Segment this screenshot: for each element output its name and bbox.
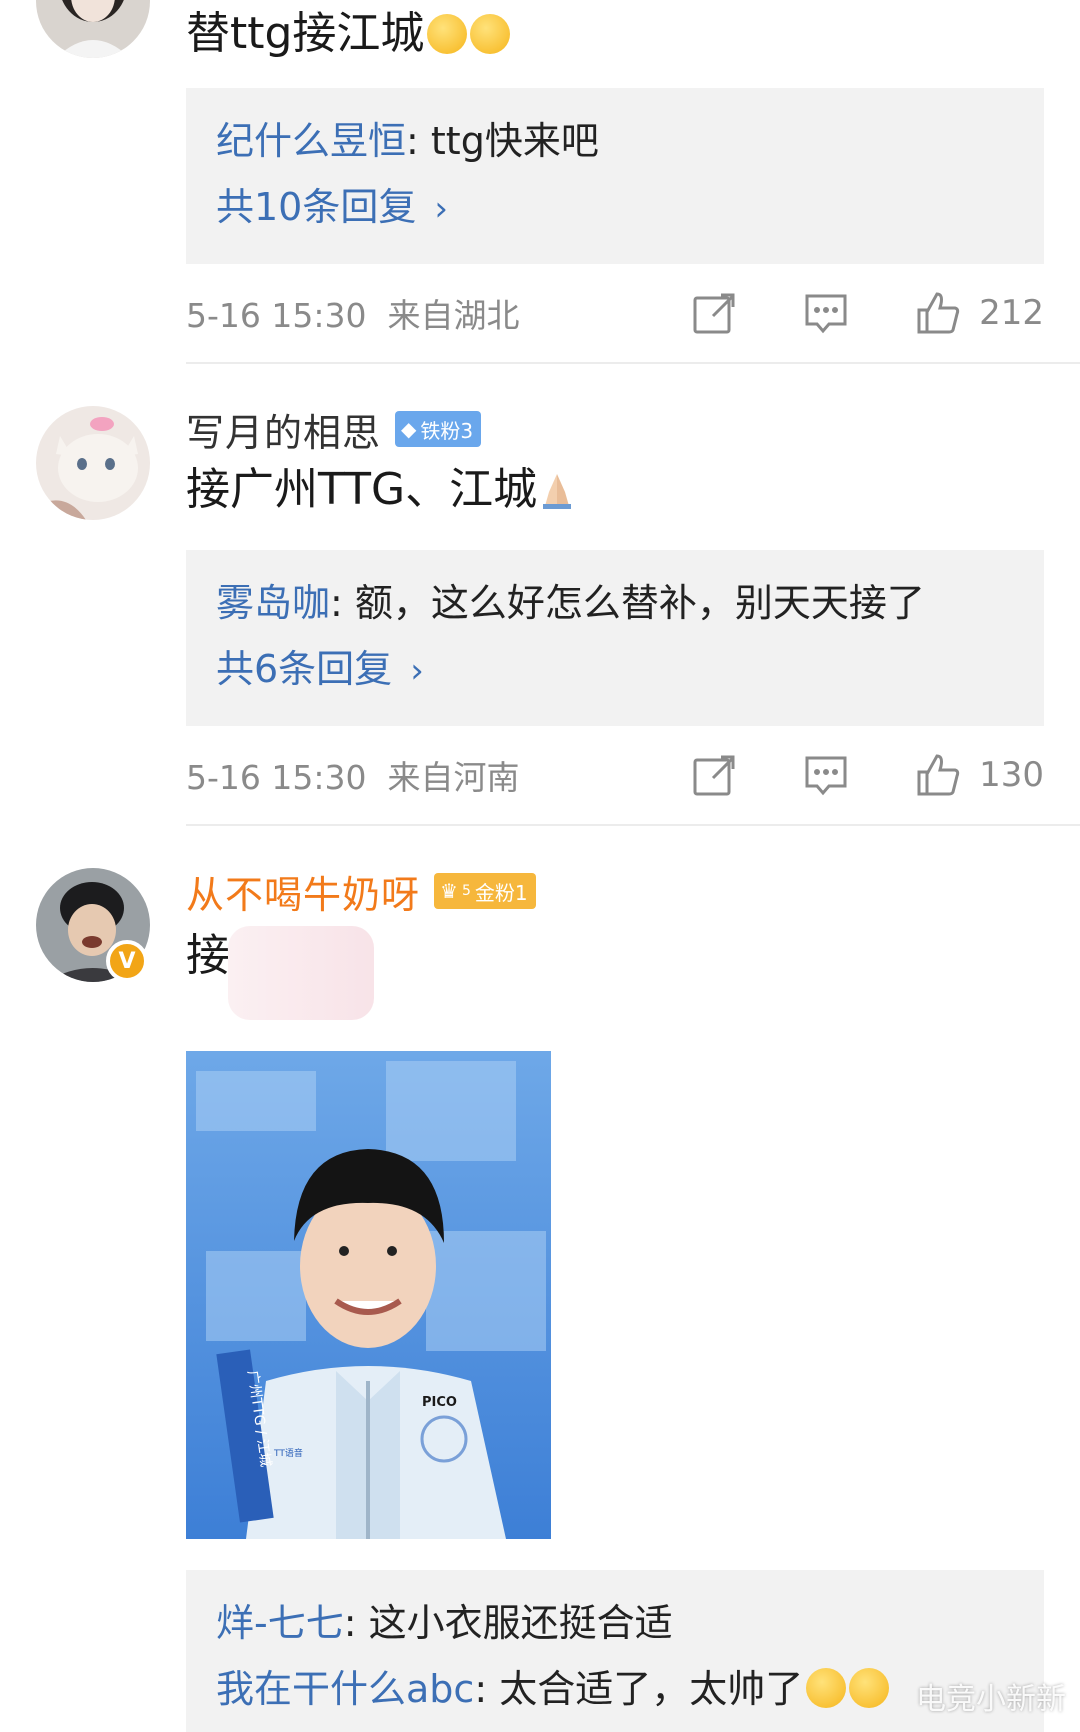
reply-username[interactable]: 纪什么昱恒 [216,119,406,163]
chevron-right-icon: › [434,189,448,229]
comment-icon[interactable] [803,290,849,336]
reply-preview[interactable]: 雾岛咖: 额，这么好怎么替补，别天天接了 共6条回复 › [186,550,1044,726]
view-replies-link[interactable]: 共6条回复 › [216,636,1014,704]
reply-line: 我在干什么abc: 太合适了，太帅了 [216,1656,1014,1722]
avatar[interactable] [36,0,150,58]
like-icon[interactable] [915,752,961,798]
reply-username[interactable]: 雾岛咖 [216,581,330,625]
reply-line: 烊-七七: 这小衣服还挺合适 [216,1601,673,1645]
timestamp: 5-16 15:30 来自湖北 [186,296,520,335]
timestamp: 5-16 15:30 来自河南 [186,758,520,797]
username[interactable]: 写月的相思 [186,402,381,457]
kiss-emoji-icon [427,14,468,54]
reply-preview[interactable]: 纪什么昱恒: ttg快来吧 共10条回复 › [186,88,1044,264]
reply-username[interactable]: 我在干什么abc [216,1667,474,1711]
share-icon[interactable] [691,752,737,798]
crown-icon: ♛ [440,879,458,903]
user-row: 写月的相思 ◆ 铁粉3 [186,402,1044,457]
blush-emoji-icon [849,1668,890,1708]
like-count: 130 [979,755,1044,795]
reply-username[interactable]: 烊-七七 [216,1601,344,1645]
verified-icon: V [106,940,148,982]
share-icon[interactable] [691,290,737,336]
view-replies-link[interactable]: 共10条回复 › [216,174,1014,242]
comment-meta: 5-16 15:30 来自湖北 212 [186,264,1080,364]
watermark: 电竞小新新 [916,1682,1066,1717]
like-icon[interactable] [915,290,961,336]
comment-text: 接广州TTG、江城 [186,458,1044,522]
sticker-placeholder [228,926,374,1020]
reply-line: 雾岛咖: 额，这么好怎么替补，别天天接了 [216,581,925,625]
like-count: 212 [979,293,1044,333]
photo-chest-logo-text: TT语音 [273,1447,303,1459]
comment-meta: 5-16 15:30 来自河南 130 [186,726,1080,826]
action-bar: 130 [691,752,1044,798]
diamond-icon: ◆ [401,417,417,441]
kiss-emoji-icon [470,14,511,54]
user-row: 从不喝牛奶呀 ♛ 5 金粉1 [186,864,1044,919]
pray-emoji-icon [537,464,577,509]
reply-line: 纪什么昱恒: ttg快来吧 [216,119,599,163]
chevron-right-icon: › [410,651,424,691]
username[interactable]: 从不喝牛奶呀 [186,864,420,919]
blush-emoji-icon [806,1668,847,1708]
comment-icon[interactable] [803,752,849,798]
comment-image[interactable]: 广州TTG / 江城 PICO TT语音 [186,1051,551,1539]
photo-logo-text: PICO [422,1395,457,1410]
avatar[interactable] [36,406,150,520]
badge-level: 5 [461,883,471,899]
action-bar: 212 [691,290,1044,336]
fan-badge[interactable]: ♛ 5 金粉1 [434,873,536,909]
fan-badge[interactable]: ◆ 铁粉3 [395,411,482,447]
comment-text: 替ttg接江城 [186,2,1044,66]
